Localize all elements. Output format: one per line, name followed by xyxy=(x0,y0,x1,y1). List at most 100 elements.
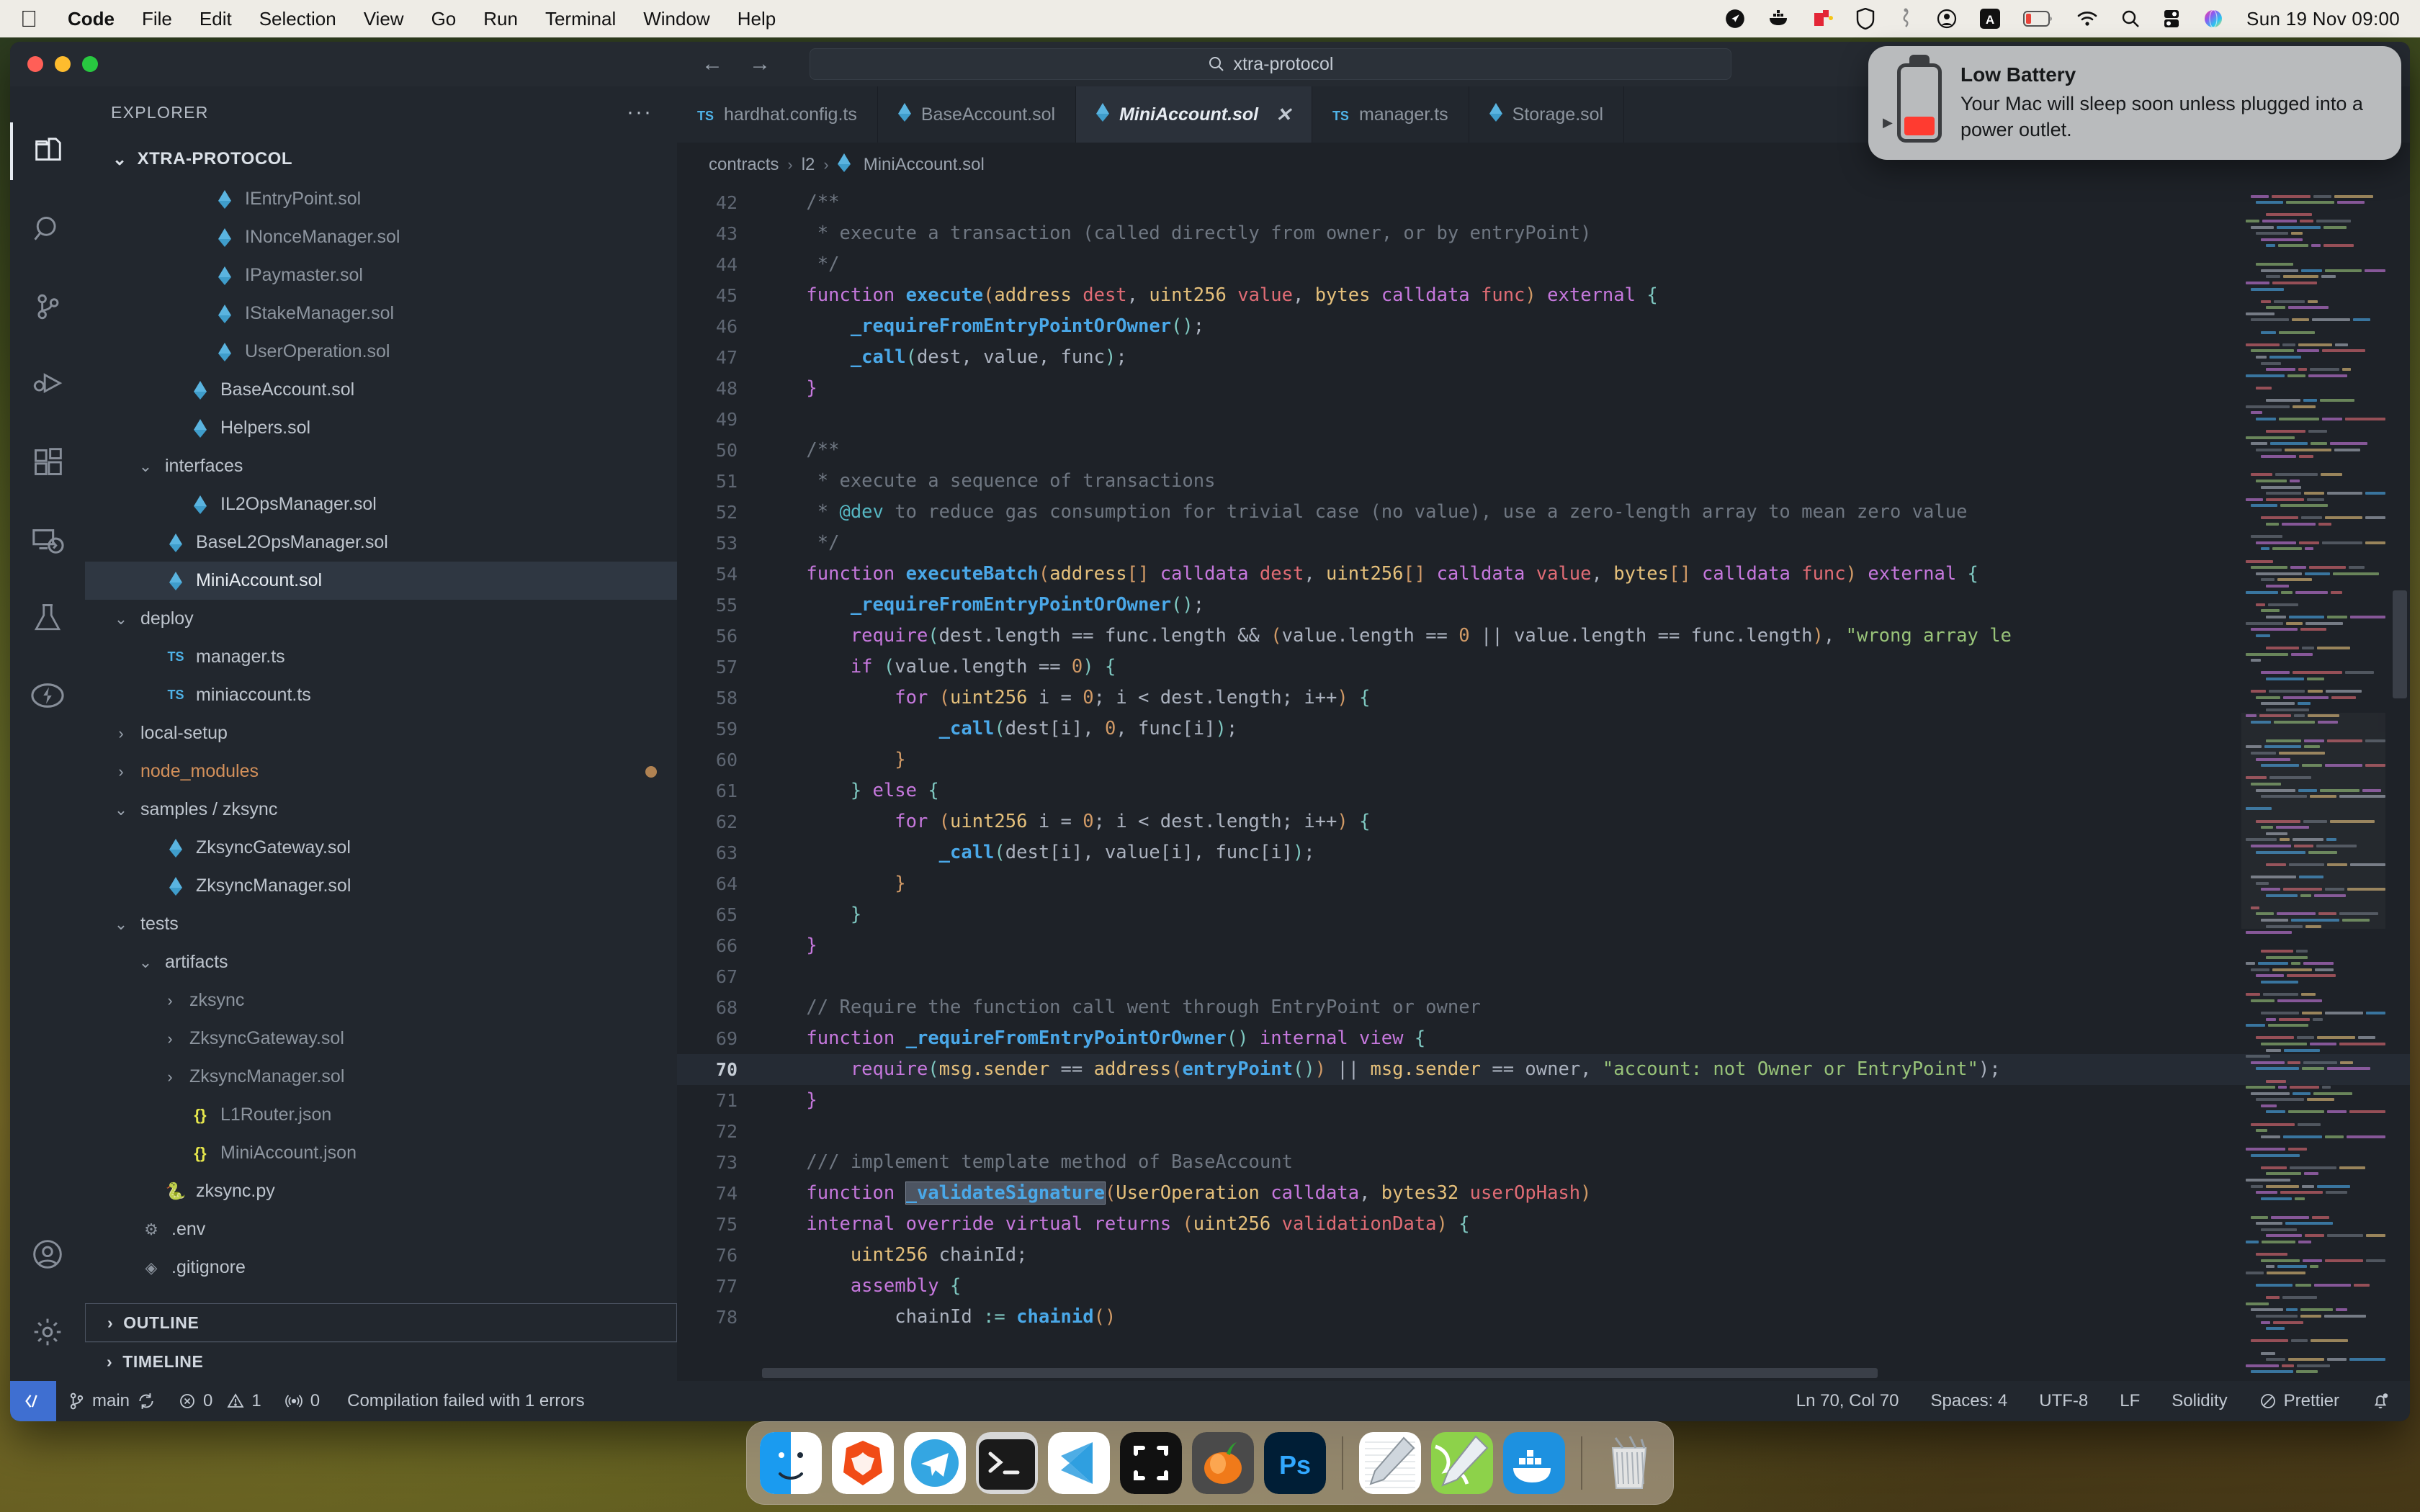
code-line-52[interactable]: 52 * @dev to reduce gas consumption for … xyxy=(677,497,2410,528)
activity-testing[interactable] xyxy=(10,579,85,657)
workspace-root-row[interactable]: ⌄ XTRA-PROTOCOL xyxy=(85,138,677,180)
status-eol[interactable]: LF xyxy=(2104,1391,2156,1411)
remote-window-button[interactable] xyxy=(10,1381,56,1421)
menu-file[interactable]: File xyxy=(142,8,172,30)
status-ports[interactable]: 0 xyxy=(273,1391,331,1411)
docker-icon[interactable] xyxy=(1768,9,1790,28)
mercurial-icon[interactable] xyxy=(1898,8,1914,30)
breadcrumb-part-1[interactable]: l2 xyxy=(802,155,815,175)
editor-tab-baseaccount-sol[interactable]: BaseAccount.sol xyxy=(877,86,1077,143)
tree-item-baseaccount-sol[interactable]: BaseAccount.sol xyxy=(85,371,677,409)
activity-search[interactable] xyxy=(10,190,85,268)
activity-thunder-client[interactable] xyxy=(10,657,85,734)
minimap[interactable] xyxy=(2241,187,2385,1381)
dock-app-cleanshot[interactable] xyxy=(1120,1432,1182,1494)
code-line-71[interactable]: 71 } xyxy=(677,1085,2410,1116)
tree-item-zksyncmanager-sol[interactable]: › ZksyncManager.sol xyxy=(85,1058,677,1096)
code-line-43[interactable]: 43 * execute a transaction (called direc… xyxy=(677,218,2410,249)
code-line-69[interactable]: 69 function _requireFromEntryPointOrOwne… xyxy=(677,1023,2410,1054)
scrollbar-thumb[interactable] xyxy=(762,1368,1878,1378)
dock-app-trash[interactable] xyxy=(1598,1432,1660,1494)
code-line-76[interactable]: 76 uint256 chainId; xyxy=(677,1240,2410,1271)
code-line-54[interactable]: 54 function executeBatch(address[] calld… xyxy=(677,559,2410,590)
code-line-64[interactable]: 64 } xyxy=(677,868,2410,899)
dock-app-telegram[interactable] xyxy=(904,1432,966,1494)
status-message[interactable]: Compilation failed with 1 errors xyxy=(331,1391,596,1411)
close-window-button[interactable] xyxy=(27,56,43,72)
tree-item-miniaccount-sol[interactable]: MiniAccount.sol xyxy=(85,562,677,600)
status-cursor-position[interactable]: Ln 70, Col 70 xyxy=(1780,1391,1915,1411)
dock-app-vscode[interactable] xyxy=(1048,1432,1110,1494)
code-line-45[interactable]: 45 function execute(address dest, uint25… xyxy=(677,280,2410,311)
low-battery-notification[interactable]: ▶ Low Battery Your Mac will sleep soon u… xyxy=(1868,46,2401,160)
tree-item-zksync-py[interactable]: 🐍 zksync.py xyxy=(85,1172,677,1210)
tree-item-ipaymaster-sol[interactable]: IPaymaster.sol xyxy=(85,256,677,294)
editor-navigation[interactable]: ← → xyxy=(702,52,771,76)
tree-item-helpers-sol[interactable]: Helpers.sol xyxy=(85,409,677,447)
code-line-46[interactable]: 46 _requireFromEntryPointOrOwner(); xyxy=(677,311,2410,342)
code-line-55[interactable]: 55 _requireFromEntryPointOrOwner(); xyxy=(677,590,2410,621)
tree-item-manager-ts[interactable]: TS manager.ts xyxy=(85,638,677,676)
code-line-56[interactable]: 56 require(dest.length == func.length &&… xyxy=(677,621,2410,652)
dock-app-maps[interactable] xyxy=(1431,1432,1493,1494)
dock-app-photoshop[interactable]: Ps xyxy=(1264,1432,1326,1494)
activity-settings[interactable] xyxy=(10,1293,85,1371)
status-notifications[interactable] xyxy=(2355,1391,2410,1411)
maximize-window-button[interactable] xyxy=(82,56,98,72)
code-line-62[interactable]: 62 for (uint256 i = 0; i < dest.length; … xyxy=(677,806,2410,837)
tree-item-zksync[interactable]: › zksync xyxy=(85,981,677,1020)
code-line-78[interactable]: 78 chainId := chainid() xyxy=(677,1302,2410,1333)
code-line-67[interactable]: 67 xyxy=(677,961,2410,992)
tree-item-node-modules[interactable]: › node_modules xyxy=(85,752,677,791)
sync-icon[interactable] xyxy=(137,1392,156,1410)
breadcrumb-part-2[interactable]: MiniAccount.sol xyxy=(864,155,985,175)
activity-explorer[interactable] xyxy=(10,112,85,190)
editor-tab-manager-ts[interactable]: TS manager.ts xyxy=(1312,86,1469,143)
scrollbar-thumb[interactable] xyxy=(2393,590,2407,698)
code-line-61[interactable]: 61 } else { xyxy=(677,775,2410,806)
tree-item-local-setup[interactable]: › local-setup xyxy=(85,714,677,752)
tree-item-l1router-json[interactable]: {} L1Router.json xyxy=(85,1096,677,1134)
code-line-63[interactable]: 63 _call(dest[i], value[i], func[i]); xyxy=(677,837,2410,868)
status-problems[interactable]: 0 1 xyxy=(167,1391,273,1411)
menu-selection[interactable]: Selection xyxy=(259,8,336,30)
file-tree[interactable]: IEntryPoint.sol INonceManager.sol IPaymast… xyxy=(85,180,677,1303)
siri-icon[interactable] xyxy=(2203,9,2223,29)
code-editor[interactable]: 42 /** 43 * execute a transaction (called… xyxy=(677,187,2410,1381)
code-line-53[interactable]: 53 */ xyxy=(677,528,2410,559)
code-line-44[interactable]: 44 */ xyxy=(677,249,2410,280)
menu-view[interactable]: View xyxy=(364,8,404,30)
tree-item-inoncemanager-sol[interactable]: INonceManager.sol xyxy=(85,218,677,256)
editor-tab-storage-sol[interactable]: Storage.sol xyxy=(1469,86,1625,143)
code-line-73[interactable]: 73 /// implement template method of Base… xyxy=(677,1147,2410,1178)
apple-logo-icon[interactable]:  xyxy=(20,7,37,30)
tree-item-miniaccount-json[interactable]: {} MiniAccount.json xyxy=(85,1134,677,1172)
location-icon[interactable] xyxy=(1725,9,1745,29)
code-line-60[interactable]: 60 } xyxy=(677,744,2410,775)
editor-horizontal-scrollbar[interactable] xyxy=(762,1368,2230,1378)
user-icon[interactable] xyxy=(1937,9,1957,29)
menu-run[interactable]: Run xyxy=(483,8,518,30)
menu-window[interactable]: Window xyxy=(643,8,709,30)
status-encoding[interactable]: UTF-8 xyxy=(2023,1391,2104,1411)
battery-icon[interactable] xyxy=(2023,10,2053,27)
code-line-42[interactable]: 42 /** xyxy=(677,187,2410,218)
dock-app-brave[interactable] xyxy=(832,1432,894,1494)
minimap-viewport[interactable] xyxy=(2241,713,2385,929)
tree-item-artifacts[interactable]: ⌄ artifacts xyxy=(85,943,677,981)
code-line-72[interactable]: 72 xyxy=(677,1116,2410,1147)
code-line-50[interactable]: 50 /** xyxy=(677,435,2410,466)
window-controls[interactable] xyxy=(10,56,98,72)
tree-item-tests[interactable]: ⌄ tests xyxy=(85,905,677,943)
code-line-47[interactable]: 47 _call(dest, value, func); xyxy=(677,342,2410,373)
menu-go[interactable]: Go xyxy=(431,8,457,30)
notification-expand-icon[interactable]: ▶ xyxy=(1883,115,1893,130)
tree-item-il2opsmanager-sol[interactable]: IL2OpsManager.sol xyxy=(85,485,677,523)
outline-panel-header[interactable]: › OUTLINE xyxy=(85,1303,677,1342)
tree-item-zksyncgateway-sol[interactable]: ZksyncGateway.sol xyxy=(85,829,677,867)
editor-tab-hardhat-config-ts[interactable]: TS hardhat.config.ts xyxy=(677,86,878,143)
tree-item-istakemanager-sol[interactable]: IStakeManager.sol xyxy=(85,294,677,333)
editor-vertical-scrollbar[interactable] xyxy=(2388,187,2410,1381)
code-line-49[interactable]: 49 xyxy=(677,404,2410,435)
breadcrumb-part-0[interactable]: contracts xyxy=(709,155,779,175)
